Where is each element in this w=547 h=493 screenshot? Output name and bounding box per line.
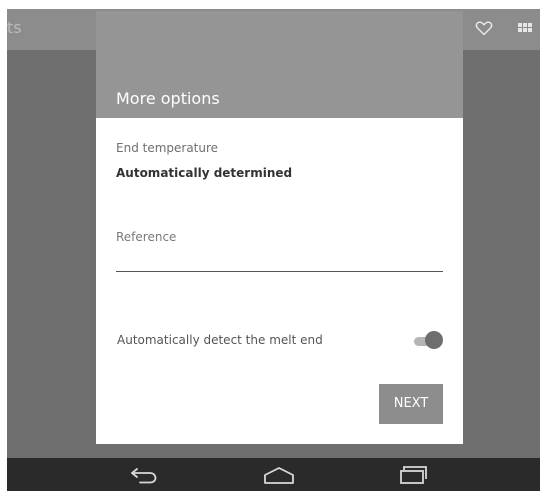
- auto-detect-switch-thumb[interactable]: [425, 331, 443, 349]
- recents-icon[interactable]: [398, 464, 430, 486]
- app-bar-title: ts: [7, 18, 22, 37]
- grid-icon[interactable]: [515, 18, 535, 38]
- navigation-bar: [7, 458, 540, 491]
- end-temperature-label: End temperature: [116, 141, 219, 155]
- dialog-title: More options: [116, 89, 220, 108]
- heart-icon[interactable]: [474, 18, 494, 38]
- more-options-dialog: More options End temperature Automatical…: [96, 11, 463, 444]
- next-button[interactable]: NEXT: [379, 384, 443, 424]
- end-temperature-value[interactable]: Automatically determined: [116, 166, 292, 180]
- reference-input[interactable]: [116, 251, 443, 272]
- home-icon[interactable]: [263, 464, 295, 486]
- dialog-header: More options: [96, 11, 463, 118]
- reference-label: Reference: [116, 230, 177, 244]
- auto-detect-label: Automatically detect the melt end: [117, 333, 323, 347]
- device-screen: ts More options End temperature Automati…: [7, 9, 540, 491]
- back-icon[interactable]: [128, 464, 160, 486]
